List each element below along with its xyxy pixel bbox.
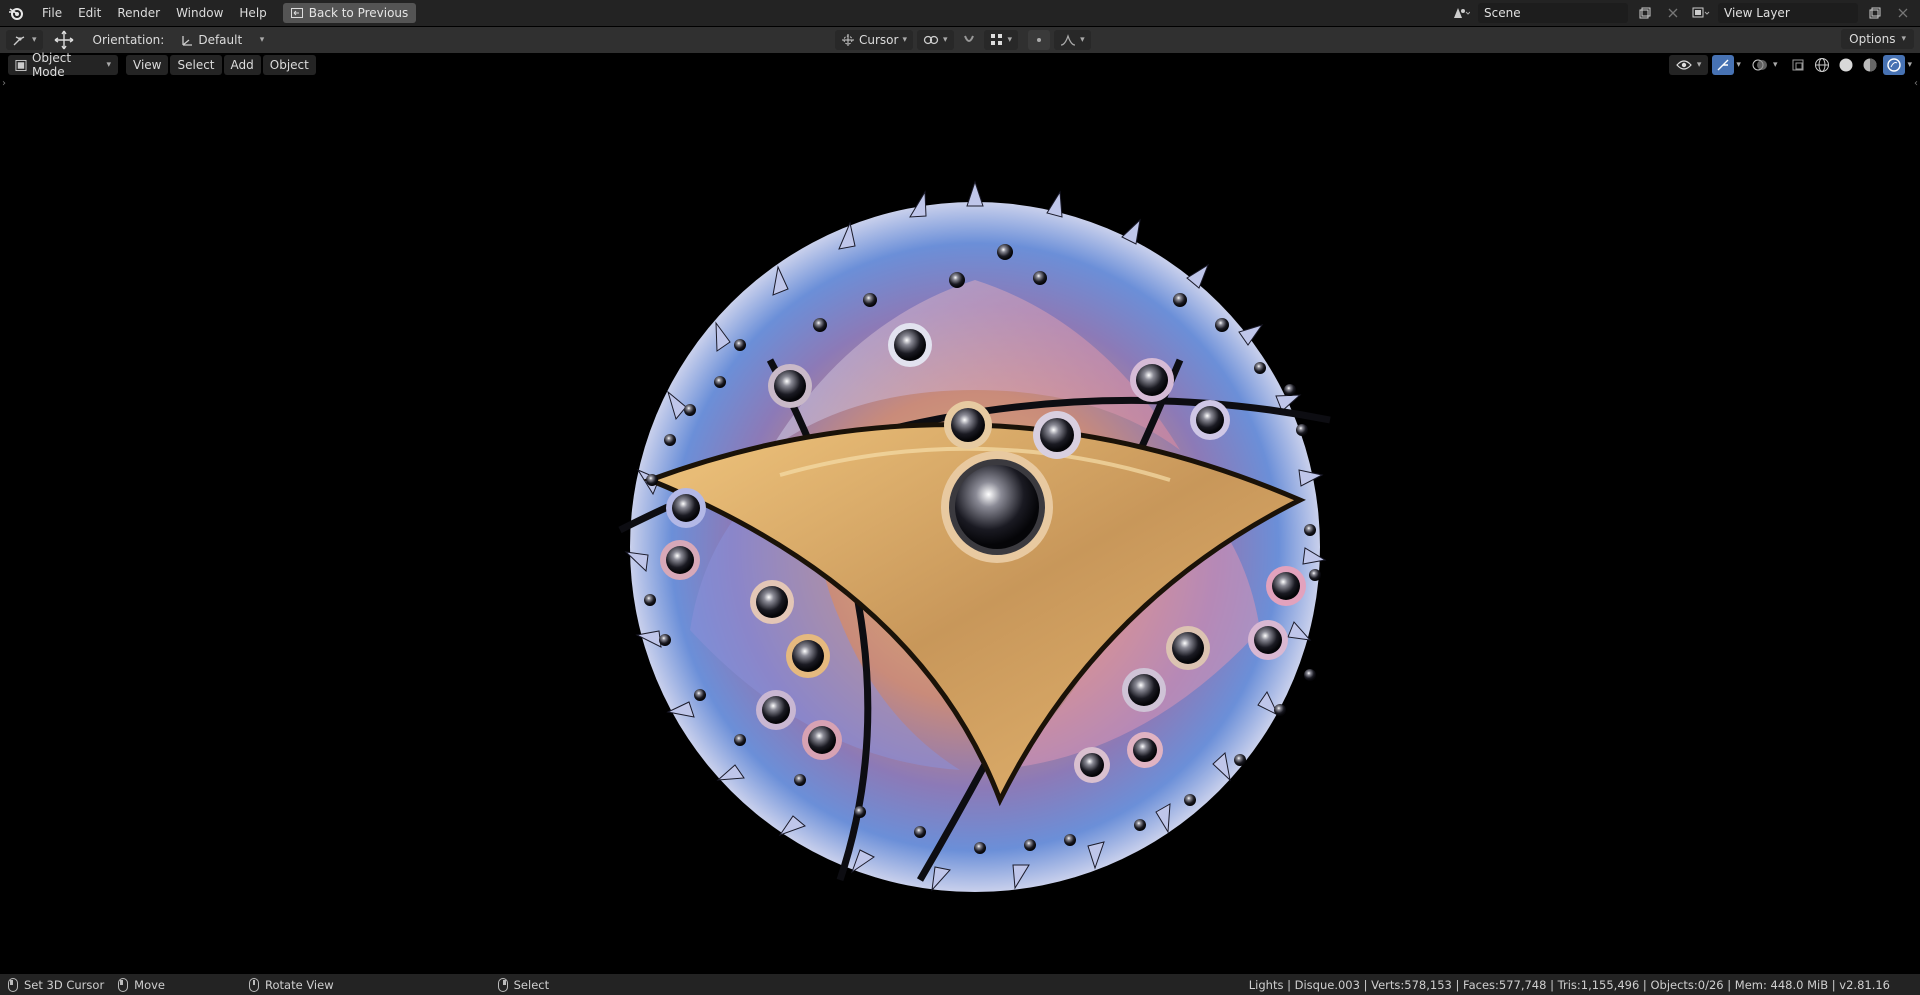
link-icon	[923, 35, 939, 45]
falloff-dropdown[interactable]: ▾	[1054, 30, 1091, 50]
chevron-down-icon: ▾	[106, 60, 111, 70]
screen-back-icon	[290, 8, 303, 18]
options-label: Options	[1849, 32, 1896, 46]
chevron-down-icon: ▾	[1007, 35, 1013, 45]
solid-shading-icon[interactable]	[1835, 55, 1857, 75]
snap-toggle-icon[interactable]	[958, 30, 980, 50]
eye-icon	[1676, 60, 1692, 70]
toolbar-toggle-arrow-icon[interactable]: ›	[2, 78, 6, 89]
rendered-shading-icon[interactable]	[1883, 55, 1906, 75]
add-menu[interactable]: Add	[223, 55, 261, 75]
chevron-down-icon: ▾	[259, 35, 265, 45]
pivot-value: Cursor	[859, 33, 899, 47]
menu-render[interactable]: Render	[109, 3, 168, 23]
material-preview-shading-icon[interactable]	[1859, 55, 1881, 75]
falloff-curve-icon	[1060, 34, 1076, 46]
status-bar: Set 3D Cursor Move Rotate View Select Li…	[0, 974, 1920, 995]
object-mode-dropdown[interactable]: Object Mode ▾	[8, 51, 118, 79]
options-dropdown[interactable]: Options ▾	[1841, 29, 1914, 49]
topbar-right: Scene View Layer	[1450, 3, 1914, 23]
chevron-down-icon: ▾	[943, 35, 948, 45]
orientation-label: Orientation:	[92, 33, 165, 47]
back-to-previous-button[interactable]: Back to Previous	[282, 3, 417, 23]
gizmo-dropdown-chevron-icon[interactable]: ▾	[1736, 60, 1741, 70]
select-menu[interactable]: Select	[170, 55, 222, 75]
viewport-header-right: ▾ ▾ ▾ ▾	[1668, 55, 1912, 75]
sidebar-toggle-arrow-icon[interactable]: ‹	[1914, 78, 1918, 89]
transform-affect-dropdown[interactable]: ▾	[917, 30, 954, 50]
editor-type-dropdown[interactable]: ▾	[6, 30, 43, 50]
top-bar: File Edit Render Window Help Back to Pre…	[0, 0, 1920, 26]
3d-viewport-icon	[13, 36, 25, 46]
view-menu[interactable]: View	[126, 55, 169, 75]
back-to-previous-label: Back to Previous	[308, 6, 409, 20]
mouse-drag-icon	[118, 977, 129, 992]
chevron-down-icon: ▾	[1901, 34, 1906, 44]
gizmo-toggle-icon[interactable]	[1712, 55, 1735, 75]
menu-edit[interactable]: Edit	[70, 3, 109, 23]
menu-window[interactable]: Window	[168, 3, 231, 23]
delete-scene-icon[interactable]	[1662, 3, 1684, 23]
menu-file[interactable]: File	[34, 3, 70, 23]
view-layer-selector-icon[interactable]	[1690, 3, 1712, 23]
scene-statistics: Lights | Disque.003 | Verts:578,153 | Fa…	[1248, 977, 1890, 992]
scene-field[interactable]: Scene	[1478, 3, 1628, 23]
proportional-edit-icon[interactable]	[1028, 30, 1051, 50]
menu-help[interactable]: Help	[231, 3, 274, 23]
pivot-snap-group: Cursor ▾ ▾ ▾ ▾	[835, 30, 1091, 50]
xray-toggle-icon[interactable]	[1787, 55, 1809, 75]
mouse-right-icon	[497, 977, 508, 992]
visibility-dropdown[interactable]: ▾	[1668, 55, 1709, 75]
rendered-fractal-disc	[618, 180, 1331, 892]
shading-dropdown-chevron-icon[interactable]: ▾	[1907, 60, 1912, 70]
mouse-left-icon	[8, 977, 18, 992]
object-mode-icon	[15, 59, 27, 71]
hint-select-label: Select	[513, 977, 550, 992]
hint-move-label: Move	[134, 977, 166, 992]
hint-select: Select	[497, 977, 550, 992]
view-layer-field[interactable]: View Layer	[1718, 3, 1858, 23]
snap-target-dropdown[interactable]: ▾	[983, 30, 1019, 50]
tool-header: ▾ Orientation: Default ▾ Cursor ▾ ▾ ▾ ▾ …	[0, 27, 1920, 53]
snap-increment-icon	[990, 34, 1002, 45]
hint-rotate-view: Rotate View	[249, 977, 334, 992]
overlays-toggle-icon[interactable]	[1749, 55, 1771, 75]
viewport-header: Object Mode ▾ View Select Add Object ▾ ▾…	[0, 51, 1920, 79]
hint-move: Move	[118, 977, 166, 992]
overlays-dropdown-chevron-icon[interactable]: ▾	[1773, 60, 1778, 70]
mouse-middle-icon	[249, 977, 260, 992]
chevron-down-icon: ▾	[32, 35, 37, 45]
3d-viewport[interactable]: › ‹	[0, 78, 1920, 974]
hint-set-3d-cursor-label: Set 3D Cursor	[24, 977, 105, 992]
wireframe-shading-icon[interactable]	[1811, 55, 1833, 75]
chevron-down-icon: ▾	[1696, 60, 1702, 70]
orientation-dropdown[interactable]: Default ▾	[174, 30, 271, 50]
object-menu[interactable]: Object	[262, 55, 316, 75]
delete-view-layer-icon[interactable]	[1892, 3, 1914, 23]
pivot-point-dropdown[interactable]: Cursor ▾	[835, 30, 913, 50]
new-scene-icon[interactable]	[1634, 3, 1656, 23]
hint-set-3d-cursor: Set 3D Cursor	[8, 977, 105, 992]
chevron-down-icon: ▾	[1080, 35, 1085, 45]
cursor-pivot-icon	[842, 34, 854, 46]
transform-gizmo-icon[interactable]	[53, 30, 75, 50]
object-mode-label: Object Mode	[31, 51, 72, 79]
hint-rotate-view-label: Rotate View	[265, 977, 334, 992]
new-view-layer-icon[interactable]	[1864, 3, 1886, 23]
orientation-value: Default	[198, 33, 243, 47]
scene-selector-icon[interactable]	[1450, 3, 1472, 23]
blender-logo-icon[interactable]	[6, 3, 26, 23]
orientation-axes-icon	[182, 36, 193, 46]
chevron-down-icon: ▾	[902, 35, 907, 45]
